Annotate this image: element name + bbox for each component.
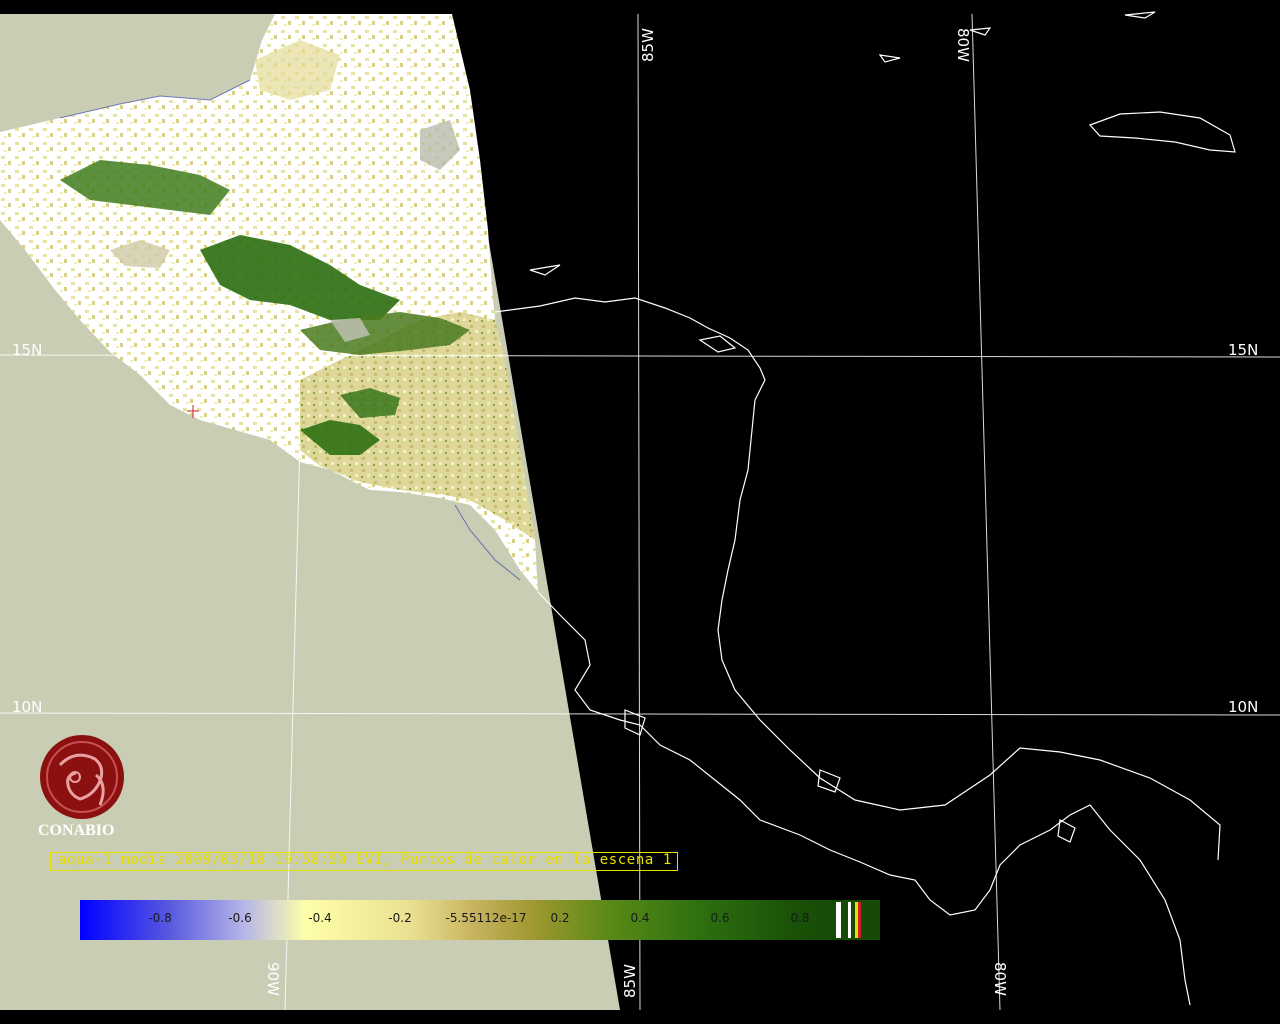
colorbar-tick: -0.6 — [228, 911, 252, 925]
lat-label-15n-left: 15N — [12, 341, 42, 359]
colorbar-tick: -5.55112e-17 — [445, 911, 527, 925]
colorbar-tick: 0.6 — [710, 911, 730, 925]
lat-label-10n-right: 10N — [1228, 698, 1258, 716]
lon-label-80w-top: 80W — [954, 28, 972, 62]
colorbar-tick: 0.2 — [550, 911, 570, 925]
colorbar-tick: 0.4 — [630, 911, 650, 925]
lon-label-80w-bottom: 80W — [991, 962, 1009, 996]
colorbar-tick: -0.8 — [148, 911, 172, 925]
lon-label-85w-top: 85W — [639, 28, 657, 62]
colorbar-tick: 0.8 — [790, 911, 810, 925]
lon-label-85w-bottom: 85W — [621, 964, 639, 998]
conabio-logo-text: CONABIO — [38, 822, 115, 839]
lat-label-10n-left: 10N — [12, 698, 42, 716]
lon-label-90w-bottom: 90W — [264, 962, 282, 996]
scene-caption: aqua-1 modis 2009/03/18 19:58:50 EVI, Pu… — [58, 852, 672, 868]
colorbar-tick: -0.2 — [388, 911, 412, 925]
lat-label-15n-right: 15N — [1228, 341, 1258, 359]
colorbar-tick: -0.4 — [308, 911, 332, 925]
